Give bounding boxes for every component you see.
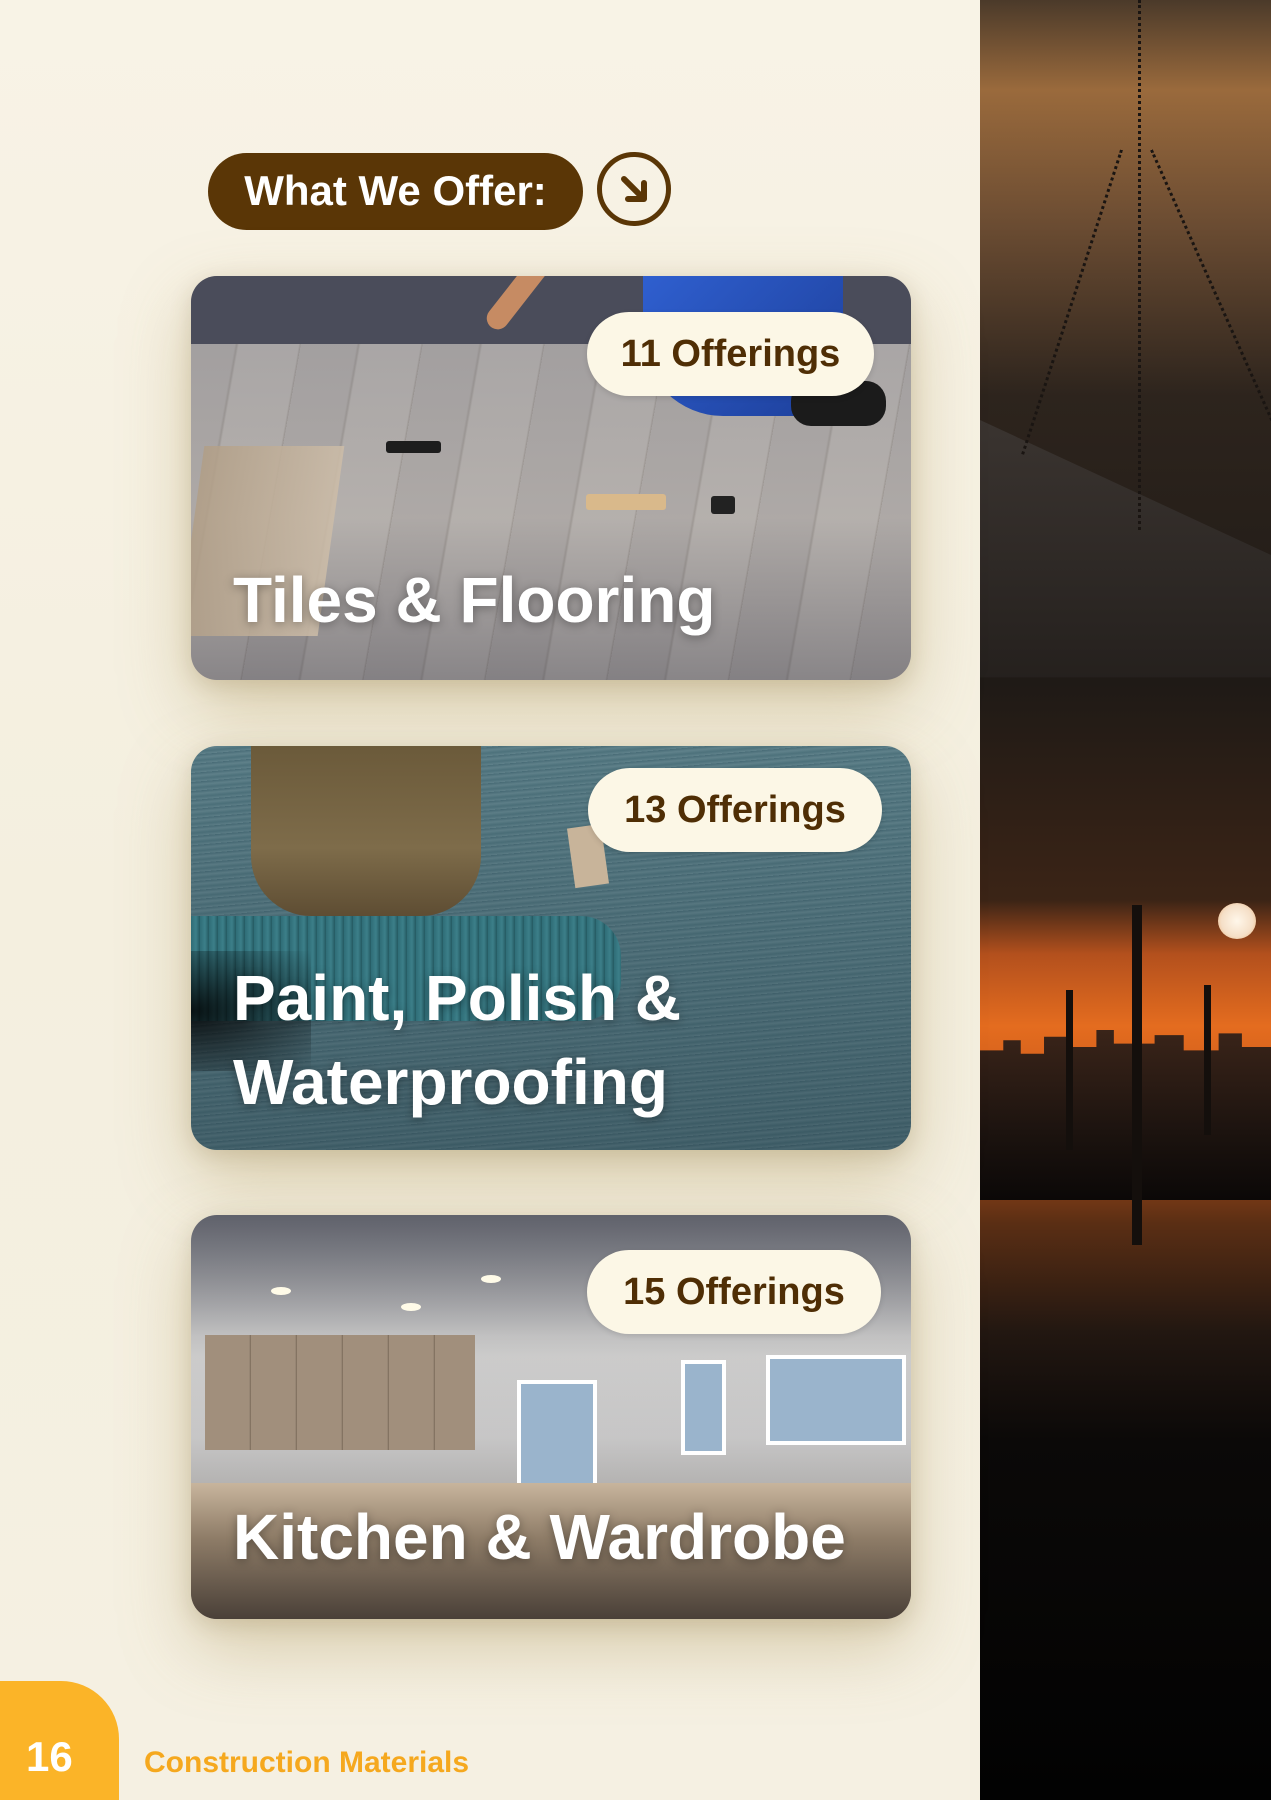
- construction-sunset-photo: [980, 0, 1271, 1800]
- offering-card-paint-polish-waterproofing[interactable]: 13 Offerings Paint, Polish & Waterproofi…: [191, 746, 911, 1150]
- card-title: Tiles & Flooring: [233, 564, 716, 636]
- offering-card-tiles-flooring[interactable]: 11 Offerings Tiles & Flooring: [191, 276, 911, 680]
- card-photo-ceiling-light: [401, 1303, 421, 1311]
- offerings-count-badge: 15 Offerings: [587, 1250, 881, 1334]
- page-number: 16: [26, 1733, 73, 1780]
- crane-chain-graphic: [1138, 0, 1141, 530]
- card-title: Kitchen & Wardrobe: [233, 1501, 846, 1573]
- footer-section-label: Construction Materials: [144, 1746, 470, 1779]
- card-photo-ceiling-light: [481, 1275, 501, 1283]
- what-we-offer-heading: What We Offer:: [208, 153, 583, 230]
- card-photo-window: [766, 1355, 906, 1445]
- card-photo-ceiling-light: [271, 1287, 291, 1295]
- sun-graphic: [1218, 903, 1256, 939]
- rebar-pole-graphic: [1204, 985, 1211, 1135]
- rebar-pole-graphic: [1066, 990, 1073, 1150]
- card-photo-worker-boots: [251, 746, 481, 916]
- offerings-count-badge: 11 Offerings: [587, 312, 874, 396]
- card-photo-window: [517, 1380, 597, 1490]
- offering-card-kitchen-wardrobe[interactable]: 15 Offerings Kitchen & Wardrobe: [191, 1215, 911, 1619]
- city-skyline-graphic: [980, 1030, 1271, 1200]
- card-photo-window: [681, 1360, 726, 1455]
- card-photo-tape-measure: [711, 496, 735, 514]
- arrow-down-right-icon: [597, 152, 671, 226]
- offerings-count-badge: 13 Offerings: [588, 768, 882, 852]
- rebar-pole-graphic: [1132, 905, 1142, 1245]
- card-photo-hammer: [386, 441, 441, 453]
- card-photo-cabinets: [205, 1335, 475, 1450]
- card-title: Paint, Polish & Waterproofing: [233, 962, 682, 1118]
- card-photo-wood-block: [586, 494, 666, 510]
